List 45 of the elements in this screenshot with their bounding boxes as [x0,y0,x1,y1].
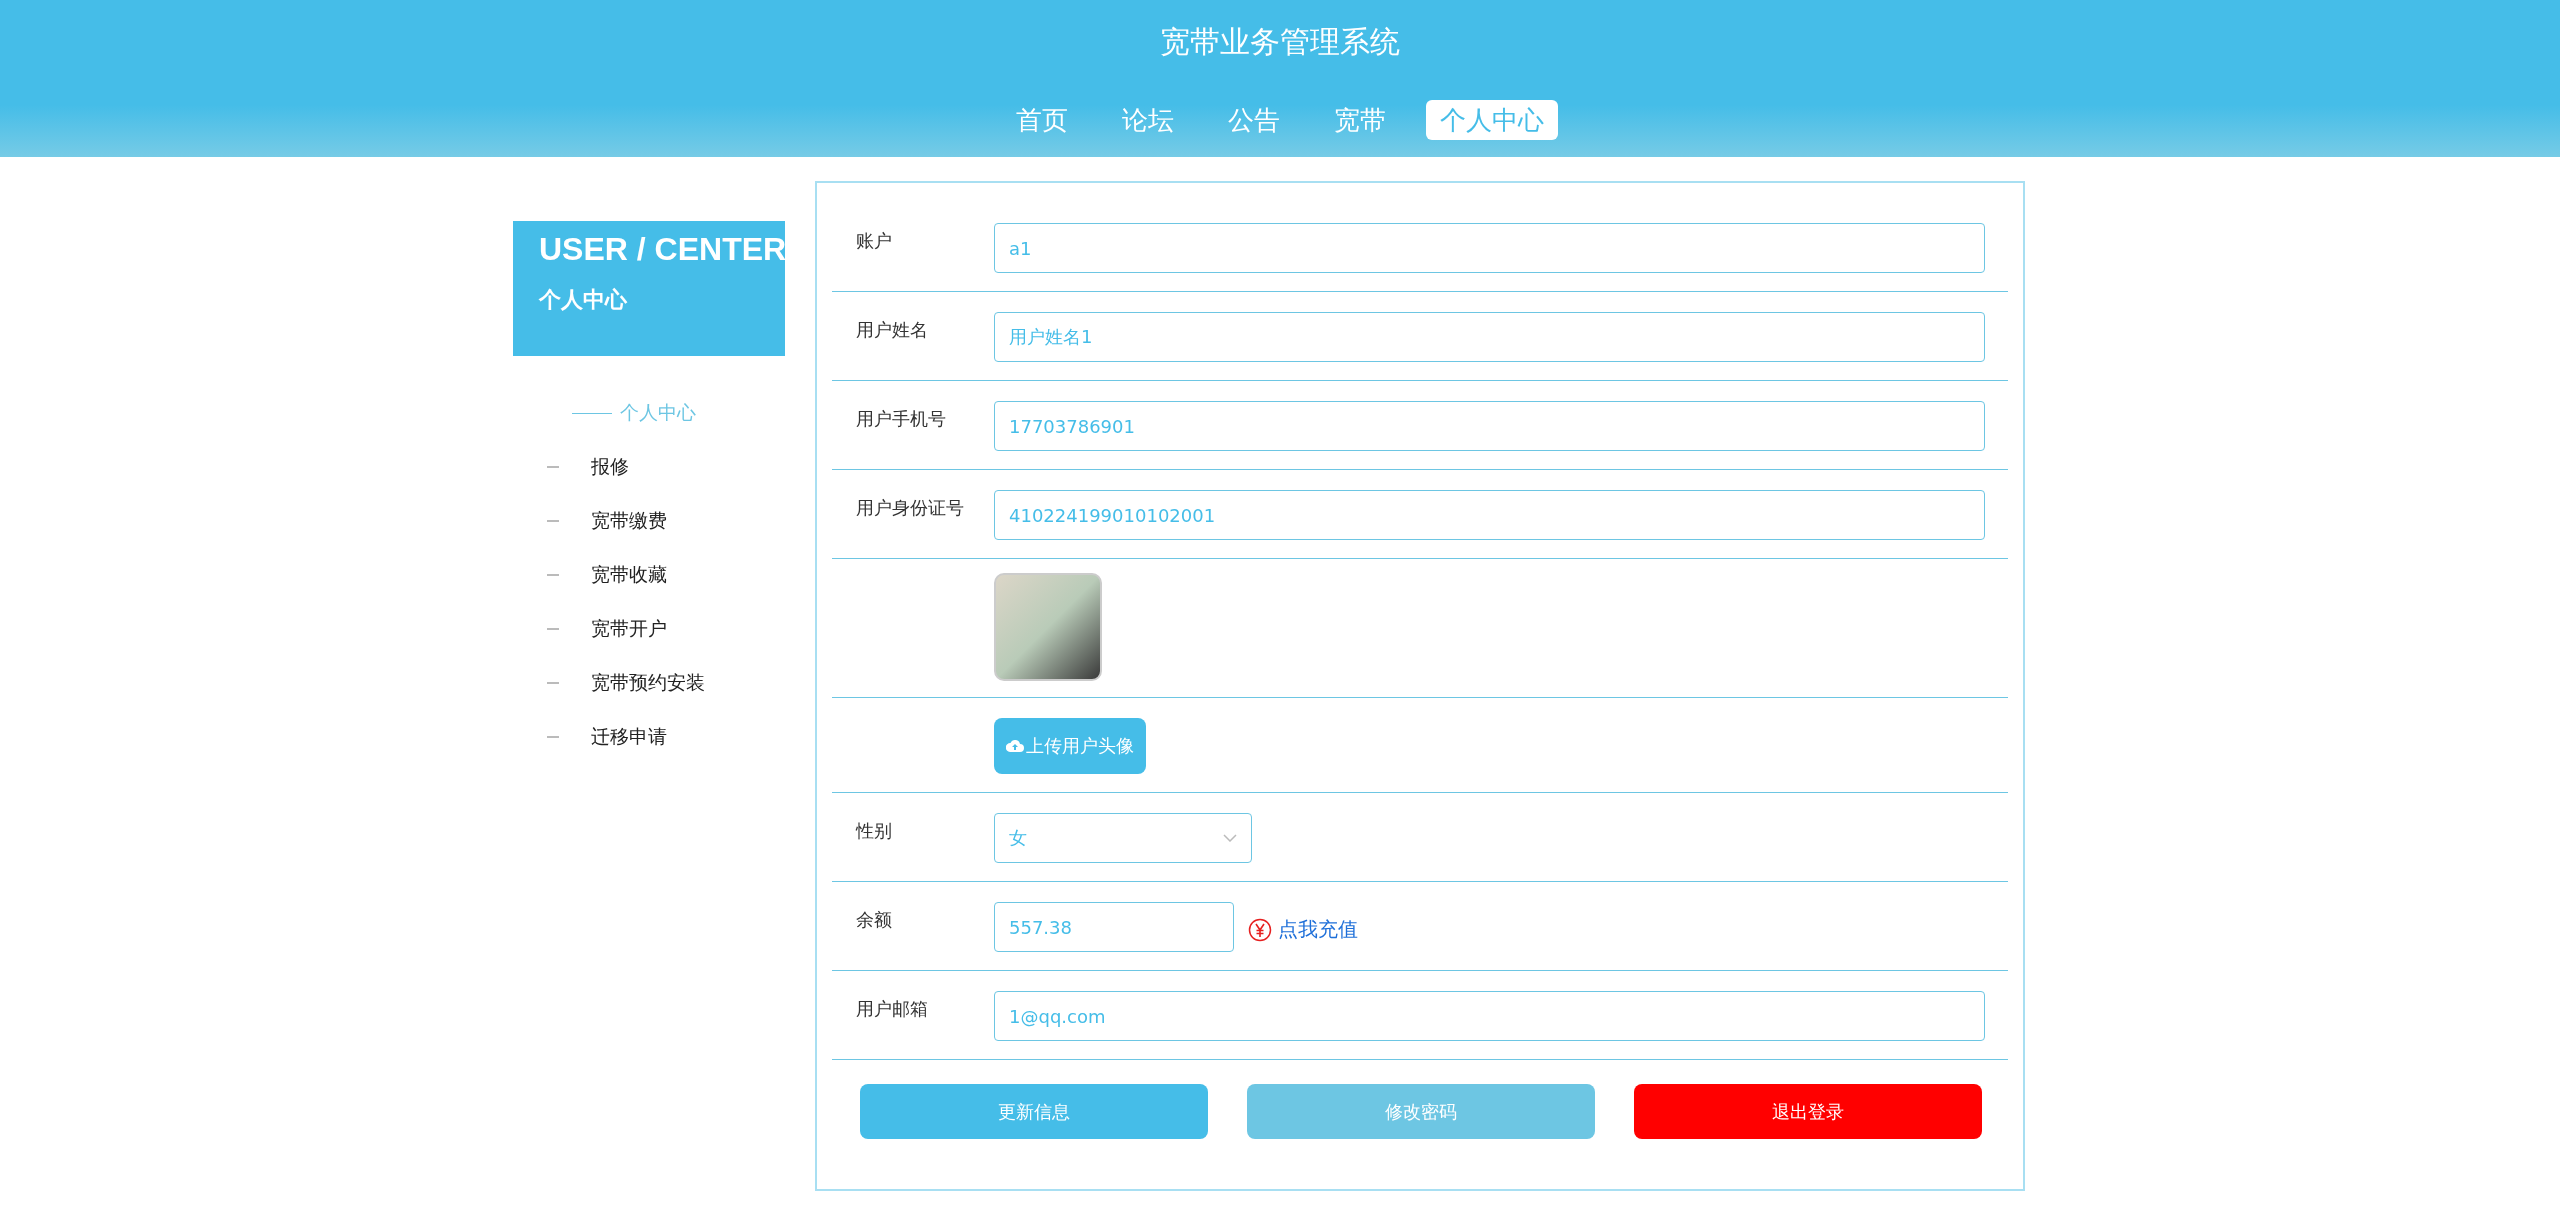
select-value: 女 [1009,826,1027,850]
nav-link[interactable]: 论坛 [1108,100,1188,140]
input-field[interactable]: a1 [994,223,1985,273]
dash-icon [572,412,612,414]
input-field[interactable]: 17703786901 [994,401,1985,451]
input-field[interactable]: 410224199010102001 [994,490,1985,540]
dash-icon [547,736,559,738]
action-button[interactable]: 修改密码 [1247,1084,1595,1139]
sidebar-item[interactable]: 宽带收藏 [591,562,667,588]
field-label: 余额 [856,909,892,930]
sidebar-subtitle: 个人中心 [539,286,628,314]
field-label: 用户手机号 [856,408,946,429]
sidebar-item[interactable]: 宽带预约安装 [591,670,705,696]
sidebar-item[interactable]: 迁移申请 [591,724,667,750]
field-label: 用户身份证号 [856,497,964,518]
dash-icon [547,682,559,684]
select-dropdown[interactable]: 女 [994,813,1252,863]
sidebar-title: USER / CENTER [539,230,785,269]
yen-icon [1248,917,1272,942]
chevron-down-icon [1223,834,1237,842]
upload-button[interactable]: 上传用户头像 [994,718,1146,774]
input-field[interactable]: 557.38 [994,902,1234,952]
sidebar-item[interactable]: 宽带开户 [591,616,667,642]
nav-link[interactable]: 首页 [1002,100,1082,140]
nav-link[interactable]: 宽带 [1320,100,1400,140]
cloud-upload-icon [1006,739,1024,753]
input-field[interactable]: 用户姓名1 [994,312,1985,362]
dash-icon [547,628,559,630]
field-label: 账户 [856,230,892,251]
field-label: 性别 [856,820,892,841]
input-field[interactable]: 1@qq.com [994,991,1985,1041]
sidebar-item[interactable]: 宽带缴费 [591,508,667,534]
nav-link[interactable]: 公告 [1214,100,1294,140]
field-label: 用户邮箱 [856,998,928,1019]
sidebar-item[interactable]: 个人中心 [620,400,696,426]
dash-icon [547,520,559,522]
action-button[interactable]: 更新信息 [860,1084,1208,1139]
field-label: 用户姓名 [856,319,928,340]
dash-icon [547,466,559,468]
nav-link[interactable]: 个人中心 [1426,100,1558,140]
sidebar-item[interactable]: 报修 [591,454,629,480]
action-button[interactable]: 退出登录 [1634,1084,1982,1139]
recharge-link[interactable]: 点我充值 [1278,916,1358,943]
site-title: 宽带业务管理系统 [1160,23,1400,61]
dash-icon [547,574,559,576]
